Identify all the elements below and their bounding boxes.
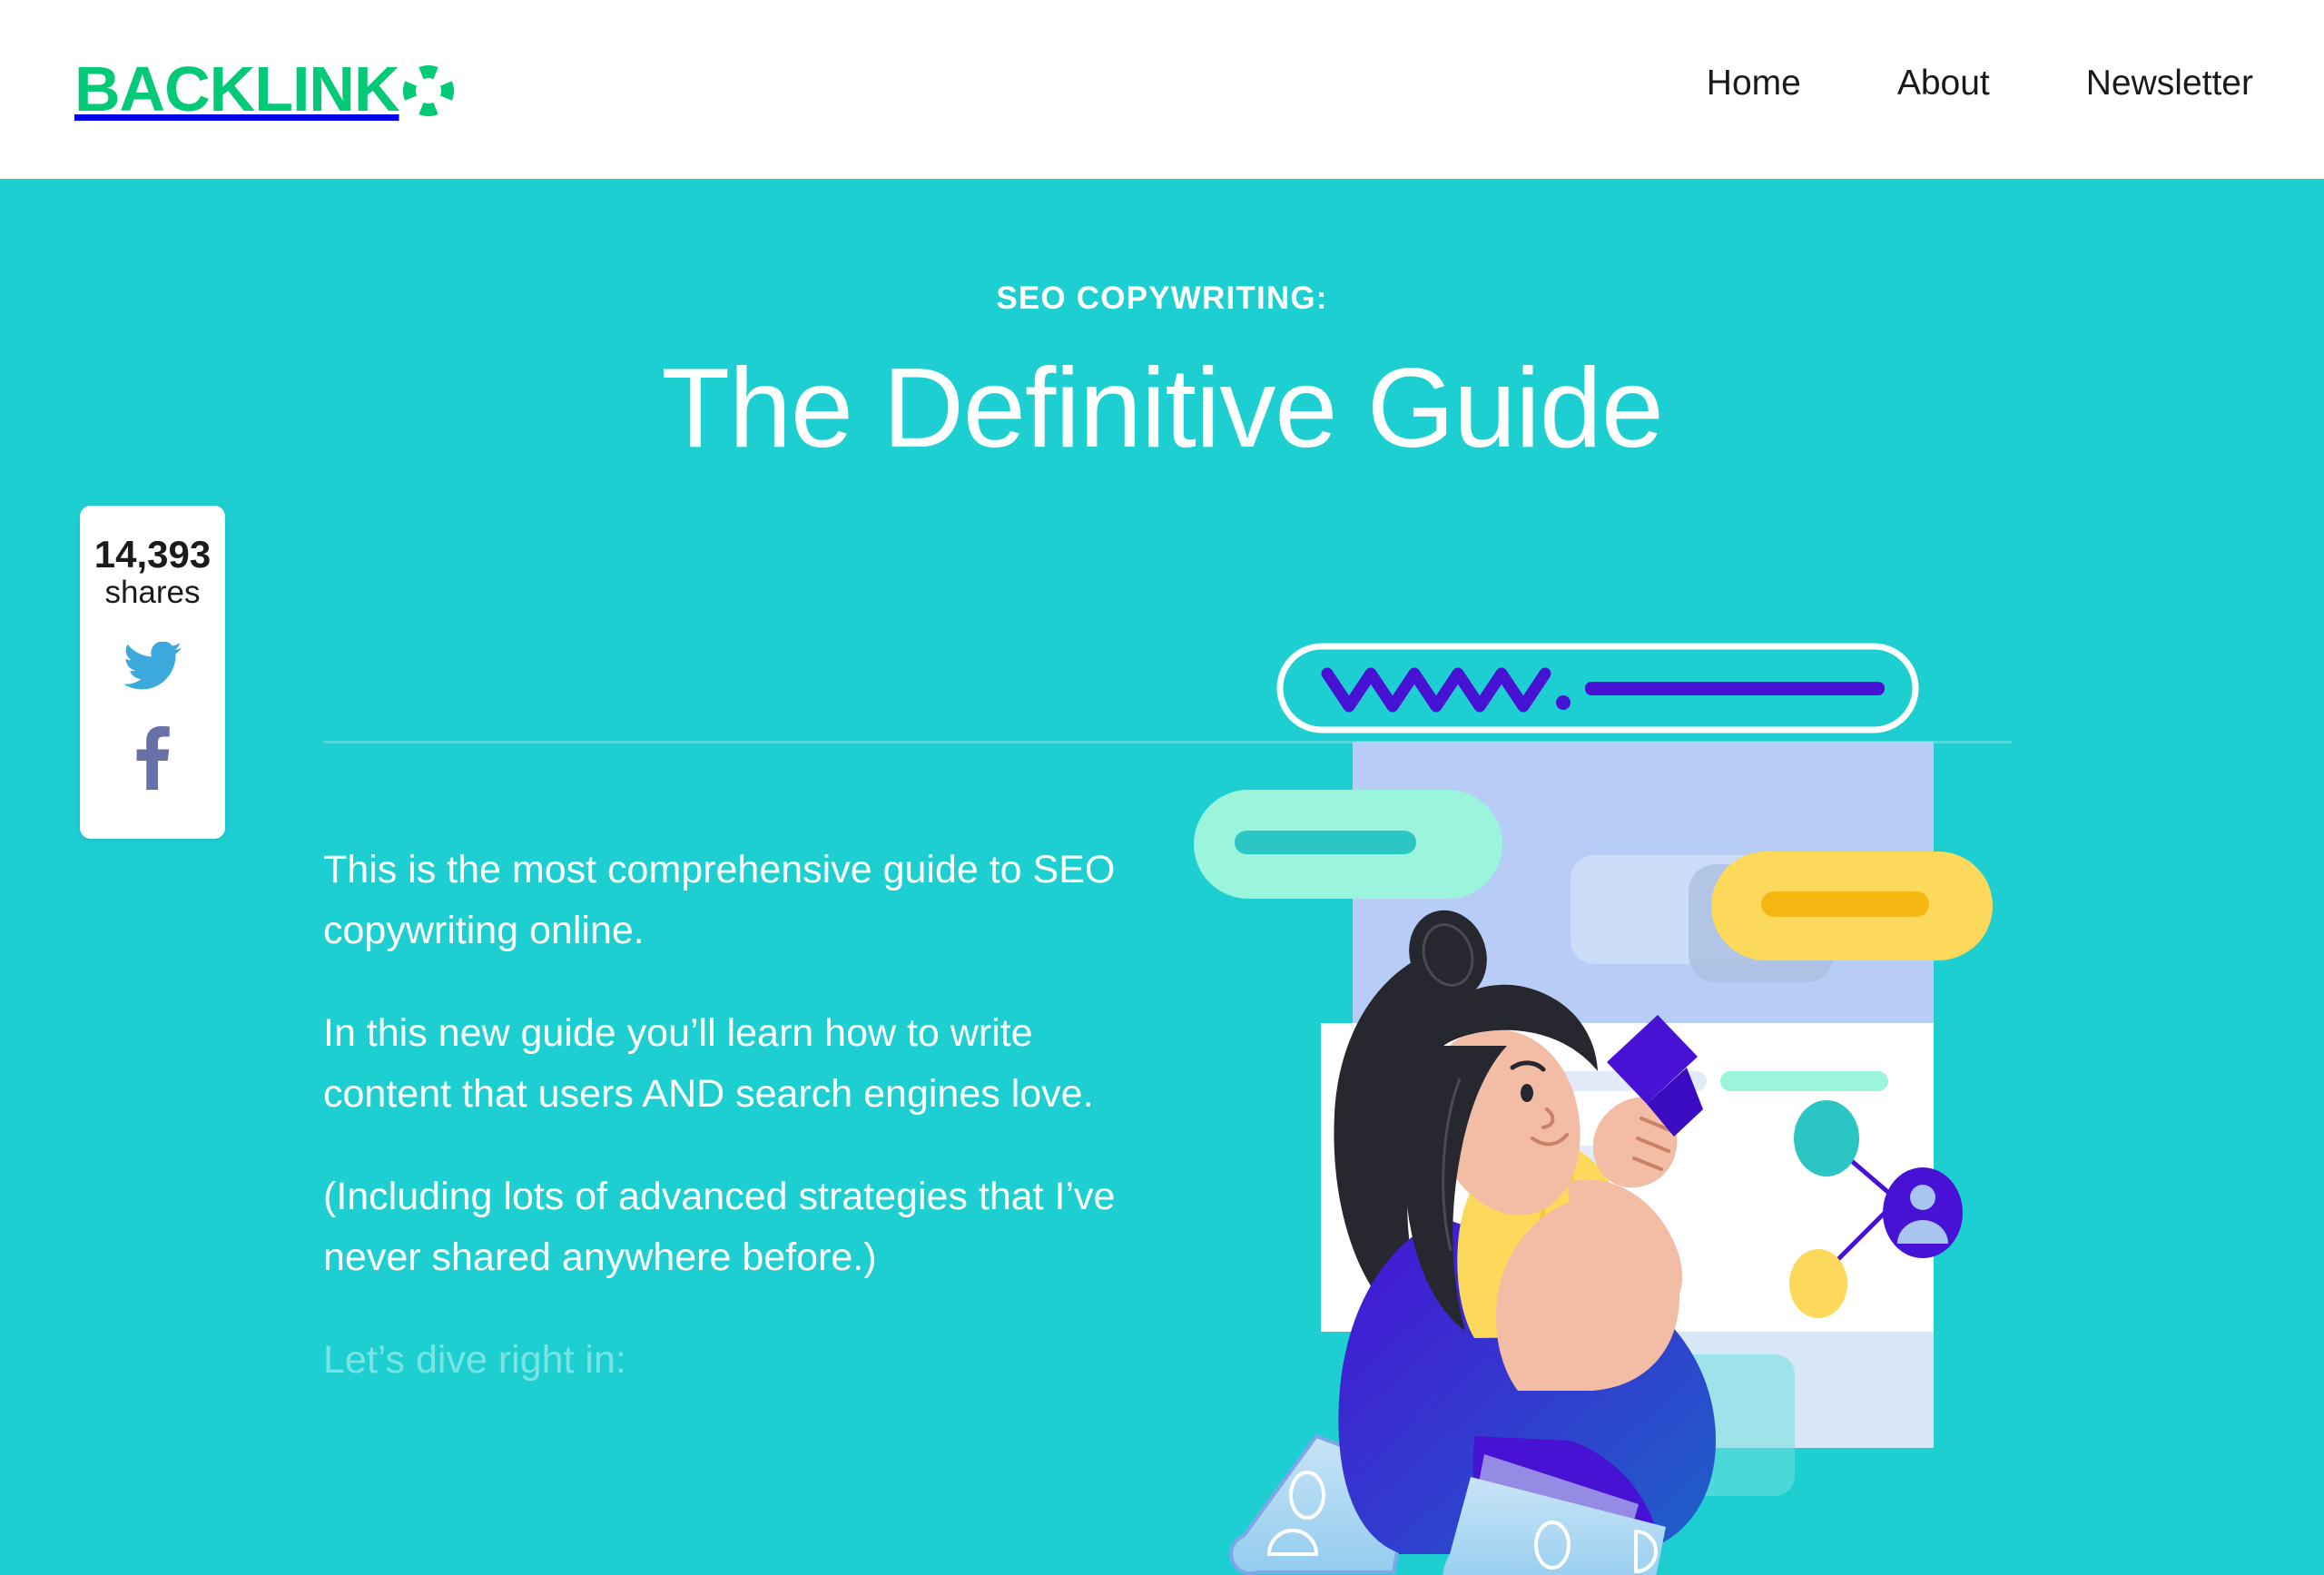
nav-link-home[interactable]: Home	[1707, 64, 1801, 103]
facebook-share-button[interactable]	[134, 725, 171, 794]
backlinko-ring-icon	[399, 62, 454, 116]
hero-paragraph-2: In this new guide you’ll learn how to wr…	[323, 1011, 1094, 1117]
site-header: BACKLINK Home About Newsletter	[0, 0, 2324, 179]
page-title: The Definitive Guide	[661, 346, 1663, 471]
nav-link-about[interactable]: About	[1897, 64, 1990, 103]
woman-writing-on-webpage-illustration	[1171, 637, 2043, 1575]
hero-eyebrow: SEO COPYWRITING:	[996, 281, 1328, 316]
twitter-icon	[123, 640, 182, 694]
site-logo[interactable]: BACKLINK	[74, 56, 454, 122]
logo-wordmark: BACKLINK	[74, 54, 400, 124]
hero-paragraph-1: This is the most comprehensive guide to …	[323, 848, 1116, 953]
hero-closing-line: Let’s dive right in:	[323, 1338, 626, 1383]
hero-paragraph-3: (Including lots of advanced strategies t…	[323, 1175, 1116, 1280]
share-widget: 14,393 shares	[80, 506, 225, 839]
main-navigation: Home About Newsletter	[1707, 64, 2253, 103]
hero-copy: This is the most comprehensive guide to …	[323, 840, 1149, 1392]
facebook-icon	[134, 725, 171, 793]
nav-link-newsletter[interactable]: Newsletter	[2086, 64, 2253, 103]
share-label: shares	[104, 575, 201, 611]
twitter-share-button[interactable]	[123, 640, 182, 695]
share-count: 14,393	[94, 533, 212, 576]
hero-section: SEO COPYWRITING: The Definitive Guide 14…	[0, 179, 2324, 1575]
